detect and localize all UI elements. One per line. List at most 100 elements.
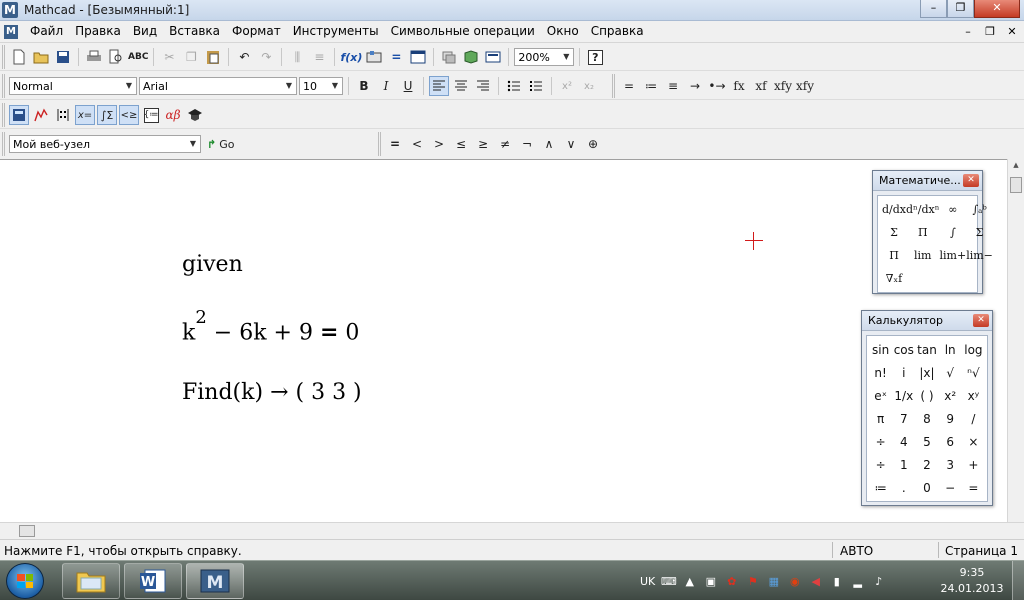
calc-power-button[interactable]: xʸ	[962, 384, 985, 407]
or-button[interactable]: ∨	[561, 134, 581, 154]
start-button[interactable]	[6, 563, 44, 599]
menu-edit[interactable]: Правка	[75, 24, 121, 38]
bold-button[interactable]: B	[354, 76, 374, 96]
symbolic-arrow-button[interactable]: →	[685, 76, 705, 96]
doc-restore-button[interactable]: ❐	[982, 24, 998, 39]
undo-icon[interactable]: ↶	[234, 47, 254, 67]
calc-ln-button[interactable]: ln	[939, 338, 962, 361]
boolean-toolbar-icon[interactable]: <≥	[119, 105, 139, 125]
less-than-button[interactable]: <	[407, 134, 427, 154]
document-icon[interactable]: M	[4, 25, 18, 39]
calc-pi-button[interactable]: π	[869, 407, 892, 430]
menu-tools[interactable]: Инструменты	[293, 24, 379, 38]
keyword-arrow-button[interactable]: •→	[707, 76, 727, 96]
align-vertical-icon[interactable]: ≡	[309, 47, 329, 67]
calc-equals-button[interactable]: =	[962, 476, 985, 499]
menu-insert[interactable]: Вставка	[169, 24, 220, 38]
align-right-icon[interactable]	[473, 76, 493, 96]
derivative-button[interactable]: d/dx	[882, 198, 906, 221]
calc-1-button[interactable]: 1	[892, 453, 915, 476]
show-hidden-icons-icon[interactable]: ▲	[682, 574, 697, 589]
cut-icon[interactable]: ✂	[159, 47, 179, 67]
insert-function-icon[interactable]: f(x)	[340, 47, 362, 67]
menu-file[interactable]: Файл	[30, 24, 63, 38]
left-limit-button[interactable]: lim−	[966, 244, 993, 267]
underline-button[interactable]: U	[398, 76, 418, 96]
symbolic-toolbar-icon[interactable]	[185, 105, 205, 125]
infinity-button[interactable]: ∞	[940, 198, 967, 221]
font-size-select[interactable]: 10 ▼	[299, 77, 343, 95]
matrix-toolbar-icon[interactable]	[53, 105, 73, 125]
math-palette-titlebar[interactable]: Математиче... ✕	[873, 171, 982, 191]
calc-2-button[interactable]: 2	[915, 453, 938, 476]
calculator-titlebar[interactable]: Калькулятор ✕	[862, 311, 992, 331]
minimize-button[interactable]: –	[920, 0, 947, 18]
calc-5-button[interactable]: 5	[915, 430, 938, 453]
definition-button[interactable]: ≔	[641, 76, 661, 96]
calc-inline-divide-button[interactable]: ÷	[869, 453, 892, 476]
superscript-icon[interactable]: x²	[557, 76, 577, 96]
symbolic-equal-button[interactable]: =	[619, 76, 639, 96]
volume-muted-icon[interactable]: ◀	[808, 574, 823, 589]
maximize-button[interactable]: ❐	[947, 0, 974, 18]
calculator-close-icon[interactable]: ✕	[973, 314, 989, 327]
copy-icon[interactable]: ❐	[181, 47, 201, 67]
product-button[interactable]: Π	[882, 244, 906, 267]
resources-icon[interactable]	[439, 47, 459, 67]
battery-icon[interactable]: ▮	[829, 574, 844, 589]
xor-button[interactable]: ⊕	[583, 134, 603, 154]
right-limit-button[interactable]: lim+	[940, 244, 967, 267]
gradient-button[interactable]: ∇ₓf	[882, 267, 906, 290]
speaker-icon[interactable]: ♪	[871, 574, 886, 589]
nth-derivative-button[interactable]: dⁿ/dxⁿ	[906, 198, 940, 221]
go-button[interactable]: ↱ Go	[203, 134, 238, 154]
calculator-toolbar-icon[interactable]	[9, 105, 29, 125]
calc-log-button[interactable]: log	[962, 338, 985, 361]
indefinite-integral-button[interactable]: ∫	[940, 221, 967, 244]
calc-exp-button[interactable]: eˣ	[869, 384, 892, 407]
numbered-list-icon[interactable]	[526, 76, 546, 96]
calc-imaginary-button[interactable]: i	[892, 361, 915, 384]
global-definition-button[interactable]: ≡	[663, 76, 683, 96]
calc-abs-button[interactable]: |x|	[915, 361, 938, 384]
not-equal-button[interactable]: ≠	[495, 134, 515, 154]
find-region[interactable]: Find(k) → ( 3 3 )	[182, 380, 362, 405]
evaluation-toolbar-icon[interactable]: x=	[75, 105, 95, 125]
font-select[interactable]: Arial ▼	[139, 77, 297, 95]
network-app-icon[interactable]: ▦	[766, 574, 781, 589]
calc-nth-root-button[interactable]: ⁿ√	[962, 361, 985, 384]
horizontal-scroll-thumb[interactable]	[19, 525, 35, 537]
component-wizard-icon[interactable]	[461, 47, 481, 67]
calculate-icon[interactable]: =	[386, 47, 406, 67]
menu-help[interactable]: Справка	[591, 24, 644, 38]
hyperlink-icon[interactable]	[483, 47, 503, 67]
menu-format[interactable]: Формат	[232, 24, 281, 38]
and-button[interactable]: ∧	[539, 134, 559, 154]
signal-icon[interactable]: ▂	[850, 574, 865, 589]
calc-square-button[interactable]: x²	[939, 384, 962, 407]
math-palette-close-icon[interactable]: ✕	[963, 174, 979, 187]
calc-parentheses-button[interactable]: ( )	[915, 384, 938, 407]
calc-multiply-button[interactable]: ×	[962, 430, 985, 453]
calc-factorial-button[interactable]: n!	[869, 361, 892, 384]
redo-icon[interactable]: ↷	[256, 47, 276, 67]
mathcad-app-icon[interactable]: M	[2, 2, 18, 18]
postfix-function-button[interactable]: xf	[751, 76, 771, 96]
calculus-toolbar-icon[interactable]: ∫Σ	[97, 105, 117, 125]
calc-sin-button[interactable]: sin	[869, 338, 892, 361]
range-sum-button[interactable]: Σ	[882, 221, 906, 244]
keyboard-icon[interactable]: ⌨	[661, 574, 677, 589]
explorer-taskbar-button[interactable]	[62, 563, 120, 599]
prefix-function-button[interactable]: fx	[729, 76, 749, 96]
limit-button[interactable]: lim	[906, 244, 940, 267]
web-address-select[interactable]: Мой веб-узел ▼	[9, 135, 201, 153]
calc-6-button[interactable]: 6	[939, 430, 962, 453]
spell-check-icon[interactable]: ABC	[128, 47, 148, 67]
calc-3-button[interactable]: 3	[939, 453, 962, 476]
calc-decimal-button[interactable]: .	[892, 476, 915, 499]
mathcad-taskbar-button[interactable]: M	[186, 563, 244, 599]
flag-icon[interactable]: ⚑	[745, 574, 760, 589]
scroll-up-icon[interactable]: ▲	[1010, 161, 1022, 169]
calc-mixed-number-button[interactable]: ÷	[869, 430, 892, 453]
word-taskbar-button[interactable]: W	[124, 563, 182, 599]
